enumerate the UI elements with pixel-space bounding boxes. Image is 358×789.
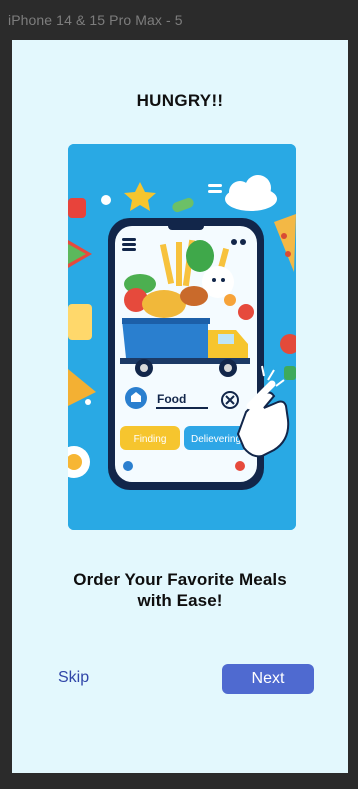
pencil-icon <box>123 461 133 471</box>
phone-screen: HUNGRY!! Food Finding Delievering Order … <box>12 40 348 773</box>
delivering-label: Delievering <box>191 434 241 445</box>
skip-button[interactable]: Skip <box>58 669 89 687</box>
search-field-text: Food <box>157 392 186 406</box>
frame-label: iPhone 14 & 15 Pro Max - 5 <box>8 12 183 28</box>
tagline: Order Your Favorite Meals with Ease! <box>12 569 348 611</box>
food-delivery-illustration: Food Finding Delievering <box>68 144 296 530</box>
finding-label: Finding <box>134 434 167 445</box>
tagline-line-1: Order Your Favorite Meals <box>73 570 287 589</box>
next-button[interactable]: Next <box>222 664 314 694</box>
page-title: HUNGRY!! <box>136 91 224 110</box>
hero-illustration: Food Finding Delievering <box>68 144 296 530</box>
close-small-icon <box>235 461 245 471</box>
tagline-line-2: with Ease! <box>137 591 223 610</box>
menu-icon <box>122 238 136 251</box>
